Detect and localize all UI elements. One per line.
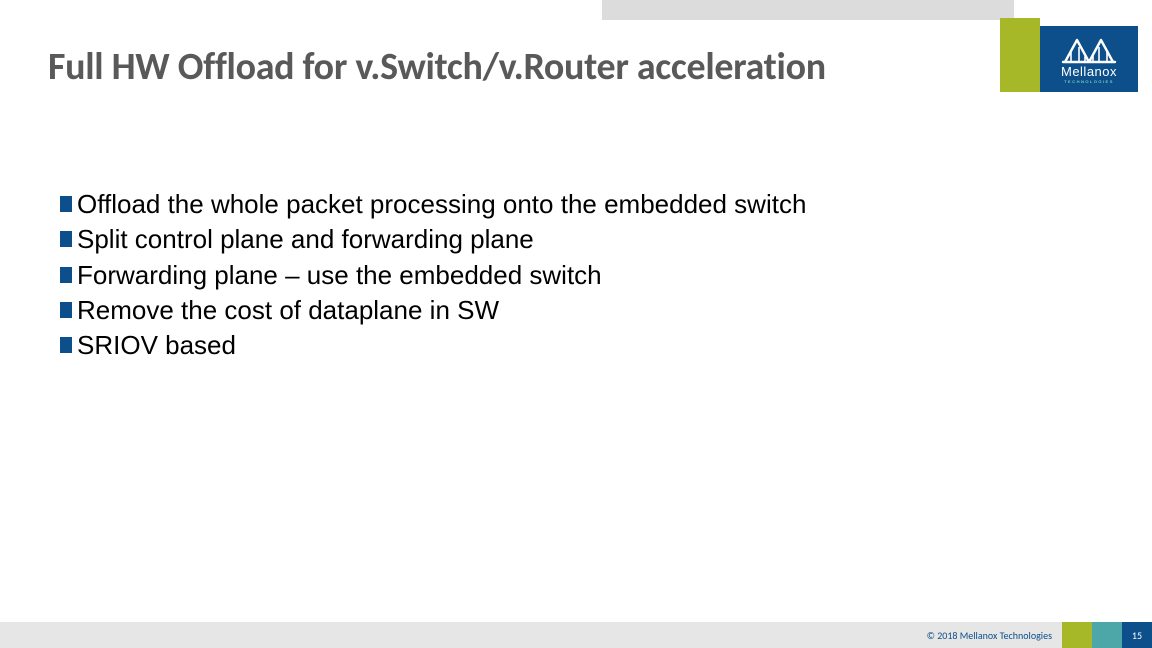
header-accent-olive [1000,18,1040,92]
logo-brand-name: Mellanox [1061,64,1117,79]
page-number: 15 [1132,629,1142,642]
bullet-icon [60,196,72,212]
copyright-text: © 2018 Mellanox Technologies [927,629,1052,642]
footer-accent-blue: 15 [1122,622,1152,648]
footer-accent-olive [1062,622,1092,648]
bullet-icon [60,302,72,318]
list-item: Forwarding plane – use the embedded swit… [60,259,1112,292]
bullet-label: Forwarding plane – use the embedded swit… [77,259,602,292]
list-item: SRIOV based [60,329,1112,362]
bullet-icon [60,337,72,353]
bullet-icon [60,231,72,247]
bullet-icon [60,267,72,283]
list-item: Offload the whole packet processing onto… [60,188,1112,221]
bullet-label: SRIOV based [77,329,236,362]
header-accent-gray [602,0,1014,20]
company-logo: Mellanox TECHNOLOGIES [1040,26,1138,92]
list-item: Split control plane and forwarding plane [60,223,1112,256]
bullet-label: Split control plane and forwarding plane [77,223,534,256]
slide-body: Offload the whole packet processing onto… [60,188,1112,364]
slide-title: Full HW Offload for v.Switch/v.Router ac… [48,44,826,90]
bridge-icon [1061,34,1117,66]
footer-accent-teal [1092,622,1122,648]
bullet-label: Remove the cost of dataplane in SW [77,294,499,327]
bullet-label: Offload the whole packet processing onto… [77,188,806,221]
logo-brand-subtext: TECHNOLOGIES [1064,79,1114,84]
list-item: Remove the cost of dataplane in SW [60,294,1112,327]
